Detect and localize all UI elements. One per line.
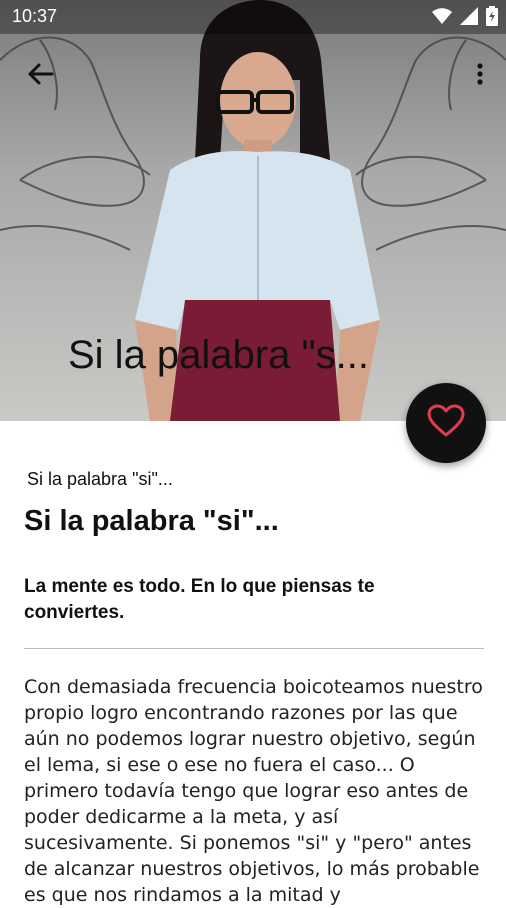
back-button[interactable] — [20, 58, 60, 94]
article-title: Si la palabra "si"... — [24, 505, 279, 537]
article-content: Si la palabra "si"... Si la palabra "si"… — [0, 421, 506, 906]
signal-icon — [460, 7, 478, 25]
article-subtitle-small: Si la palabra "si"... — [27, 469, 173, 489]
article-body: Con demasiada frecuencia boicoteamos nue… — [24, 676, 483, 906]
hero-title: Si la palabra "s... — [68, 333, 370, 377]
hero-header: 10:37 Si la palabra "s... — [0, 0, 506, 421]
more-options-button[interactable] — [468, 58, 492, 94]
divider — [24, 648, 484, 649]
favorite-button[interactable] — [406, 383, 486, 463]
more-vert-icon — [476, 62, 484, 90]
arrow-left-icon — [26, 62, 54, 90]
status-time: 10:37 — [12, 6, 58, 26]
heart-icon — [427, 404, 465, 442]
battery-icon — [486, 6, 498, 26]
wifi-icon — [432, 7, 452, 25]
status-bar: 10:37 — [0, 0, 506, 34]
article-lead: La mente es todo. En lo que piensas te c… — [24, 576, 375, 623]
